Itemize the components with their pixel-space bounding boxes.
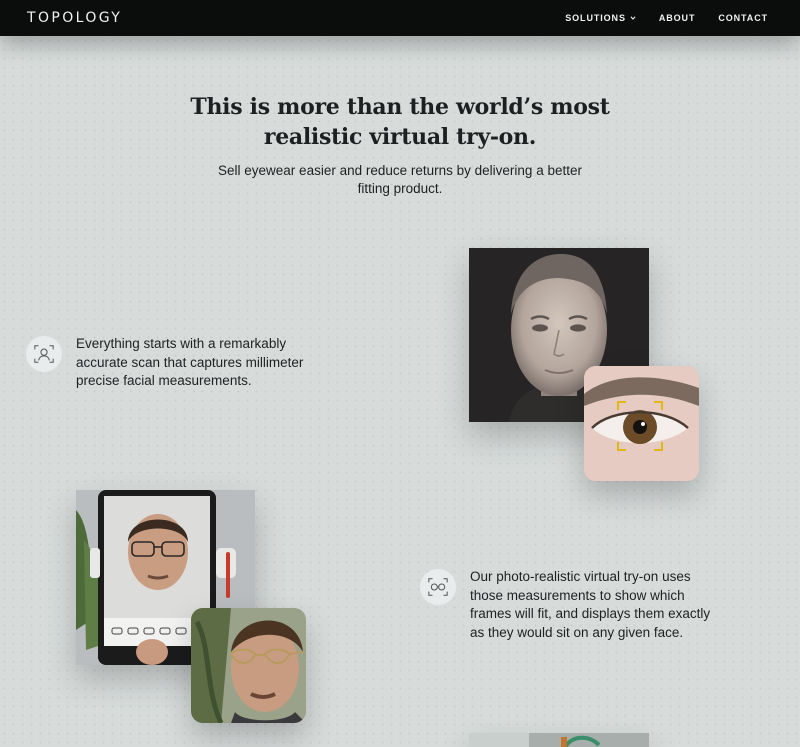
top-navbar: TOPOLOGY SOLUTIONS ABOUT CONTACT bbox=[0, 0, 800, 36]
hero-subtitle: Sell eyewear easier and reduce returns b… bbox=[210, 162, 590, 198]
feature-tryon-line1: Our photo-realistic virtual try-on uses bbox=[470, 569, 691, 584]
feature-scan-line1: Everything starts with a remarkably bbox=[76, 336, 287, 351]
chevron-down-icon bbox=[630, 16, 636, 20]
hero-subtitle-line1: Sell eyewear easier and reduce returns b… bbox=[218, 163, 582, 178]
feature-tryon-line2: those measurements to show which bbox=[470, 587, 685, 603]
tryon-selfie-image bbox=[191, 608, 306, 723]
nav-solutions[interactable]: SOLUTIONS bbox=[565, 13, 636, 23]
nav-solutions-label: SOLUTIONS bbox=[565, 13, 626, 23]
feature-tryon-line3: frames will fit, and displays them exact… bbox=[470, 606, 711, 621]
feature-scan-line2: accurate scan that captures millimeter bbox=[76, 354, 304, 370]
tryon-selfie-render bbox=[191, 608, 306, 723]
glasses-tryon-glyph bbox=[428, 578, 448, 596]
feature-tryon-text: Our photo-realistic virtual try-on uses … bbox=[470, 568, 770, 642]
feature-scan-text: Everything starts with a remarkably accu… bbox=[76, 335, 336, 391]
next-section-render bbox=[469, 733, 649, 747]
topology-logo[interactable]: TOPOLOGY bbox=[27, 10, 122, 26]
glasses-tryon-icon bbox=[420, 569, 456, 605]
hero-subtitle-line2: fitting product. bbox=[357, 181, 443, 196]
face-scan-icon bbox=[26, 336, 62, 372]
face-scan-glyph bbox=[34, 345, 54, 363]
hero-title-line2: realistic virtual try-on. bbox=[263, 124, 537, 150]
nav-contact[interactable]: CONTACT bbox=[718, 13, 768, 23]
eye-closeup-image bbox=[584, 366, 699, 481]
eye-closeup-render bbox=[584, 366, 699, 481]
main-nav: SOLUTIONS ABOUT CONTACT bbox=[565, 13, 768, 23]
feature-tryon-line4: as they would sit on any given face. bbox=[470, 624, 684, 640]
feature-scan-line3: precise facial measurements. bbox=[76, 373, 252, 388]
hero-title-line1: This is more than the world’s most bbox=[190, 94, 610, 120]
hero-title: This is more than the world’s most reali… bbox=[150, 92, 650, 152]
next-section-image bbox=[469, 733, 649, 747]
nav-about[interactable]: ABOUT bbox=[659, 13, 696, 23]
